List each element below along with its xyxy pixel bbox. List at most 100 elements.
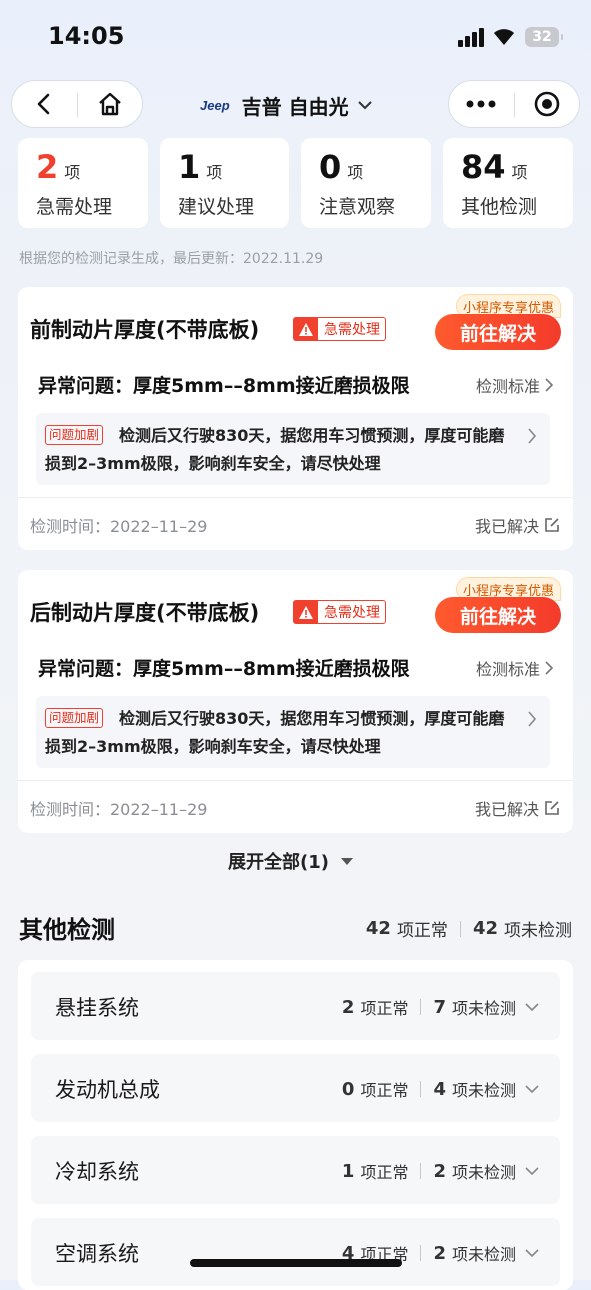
expand-label: 展开全部(1) [228,852,329,873]
urgent-badge: 急需处理 [293,317,386,341]
chevron-down-icon [525,1167,539,1176]
category-name: 发动机总成 [55,1078,160,1102]
standard-link[interactable]: 检测标准 [476,373,555,397]
other-detection-card: 悬挂系统 2 项正常 7 项未检测 发动机总成 0 项正常 4 项未检测 冷却系… [18,960,573,1290]
summary-observe[interactable]: 0项 注意观察 [301,138,431,228]
vehicle-selector[interactable]: Jeep 吉普 自由光 [200,90,375,120]
detail-text: 检测后又行驶830天，据您用车习惯预测，厚度可能磨损到2–3mm极限，影响刹车安… [45,426,505,473]
category-row[interactable]: 冷却系统 1 项正常 2 项未检测 [31,1136,560,1204]
summary-label: 急需处理 [36,196,113,218]
summary-count: 2 [36,148,59,186]
divider [18,780,573,781]
normal-label: 项正常 [396,921,448,941]
status-time: 14:05 [48,22,125,50]
detail-box[interactable]: 问题加剧 检测后又行驶830天，据您用车习惯预测，厚度可能磨损到2–3mm极限，… [36,413,550,485]
summary-count: 0 [319,148,342,186]
back-icon [37,93,50,115]
chevron-down-icon [525,1249,539,1258]
normal-count: 1 [341,1160,355,1182]
untested-label: 项未检测 [504,921,572,941]
standard-link[interactable]: 检测标准 [476,656,555,680]
home-icon [99,92,121,116]
category-row[interactable]: 悬挂系统 2 项正常 7 项未检测 [31,972,560,1040]
normal-label: 项正常 [360,1081,409,1100]
divider [18,497,573,498]
close-miniprogram-button[interactable] [515,81,579,127]
standard-label: 检测标准 [475,377,540,396]
summary-unit: 项 [64,163,81,182]
battery-icon: 32 [525,27,563,47]
untested-label: 项未检测 [451,1081,516,1100]
issue-text: 异常问题：厚度5mm––8mm接近磨损极限 [38,658,410,680]
untested-count: 4 [433,1078,446,1100]
target-icon [534,91,560,117]
resolved-button[interactable]: 我已解决 [475,796,561,820]
untested-count: 2 [433,1160,446,1182]
category-name: 悬挂系统 [55,996,139,1020]
solve-button[interactable]: 前往解决 [435,314,561,350]
resolved-label: 我已解决 [474,517,539,536]
home-indicator[interactable] [190,1259,402,1267]
standard-label: 检测标准 [475,660,540,679]
summary-count: 1 [178,148,201,186]
more-button[interactable] [449,81,513,127]
chevron-right-icon [528,711,537,727]
other-stats: 42 项正常 42 项未检测 [366,916,572,941]
summary-unit: 项 [347,163,364,182]
normal-count: 42 [365,918,391,939]
section-title: 其他检测 [19,916,115,944]
category-stats: 0 项正常 4 项未检测 [342,1077,540,1101]
chevron-right-icon [545,378,554,392]
detail-text: 检测后又行驶830天，据您用车习惯预测，厚度可能磨损到2–3mm极限，影响刹车安… [45,709,505,756]
summary-other[interactable]: 84 项 其他检测 [443,138,573,228]
badge-label: 急需处理 [324,605,380,621]
category-row[interactable]: 发动机总成 0 项正常 4 项未检测 [31,1054,560,1122]
back-button[interactable] [12,81,76,127]
category-row[interactable]: 空调系统 4 项正常 2 项未检测 [31,1218,560,1286]
untested-count: 42 [472,918,498,939]
resolved-button[interactable]: 我已解决 [475,513,561,537]
category-name: 冷却系统 [55,1160,139,1184]
resolved-label: 我已解决 [474,800,539,819]
normal-count: 0 [341,1078,355,1100]
untested-label: 项未检测 [451,1245,516,1264]
nav-right-capsule [448,80,580,128]
category-stats: 1 项正常 2 项未检测 [342,1159,540,1183]
nav-title: 吉普 自由光 [241,94,349,119]
battery-level: 32 [532,29,552,45]
urgent-badge: 急需处理 [293,600,386,624]
caret-down-icon [340,858,353,865]
detect-date: 检测时间：2022–11–29 [30,800,208,819]
nav-left-capsule [11,80,143,128]
normal-label: 项正常 [360,999,409,1018]
untested-label: 项未检测 [451,999,516,1018]
summary-unit: 项 [511,163,528,182]
summary-unit: 项 [206,163,223,182]
home-button[interactable] [78,81,142,127]
summary-urgent[interactable]: 2项 急需处理 [18,138,148,228]
detect-date: 检测时间：2022–11–29 [30,517,208,536]
summary-suggested[interactable]: 1项 建议处理 [160,138,289,228]
detail-box[interactable]: 问题加剧 检测后又行驶830天，据您用车习惯预测，厚度可能磨损到2–3mm极限，… [36,696,550,768]
chevron-right-icon [545,661,554,675]
chevron-down-icon [357,101,372,110]
status-bar: 14:05 32 [0,0,591,76]
issue-card: 小程序专享优惠 前往解决 前制动片厚度(不带底板) 急需处理 异常问题：厚度5m… [18,287,573,550]
warning-icon [299,322,313,336]
edit-icon [545,801,559,815]
chevron-down-icon [525,1003,539,1012]
summary-label: 建议处理 [178,196,255,218]
issue-card: 小程序专享优惠 前往解决 后制动片厚度(不带底板) 急需处理 异常问题：厚度5m… [18,570,573,833]
expand-all-button[interactable]: 展开全部(1) [228,848,355,874]
category-name: 空调系统 [55,1242,139,1266]
edit-icon [545,518,559,532]
category-stats: 2 项正常 7 项未检测 [342,995,540,1019]
normal-label: 项正常 [360,1163,409,1182]
signal-icon [458,28,486,47]
solve-button[interactable]: 前往解决 [435,597,561,633]
chevron-right-icon [528,428,537,444]
warning-icon [299,605,313,619]
untested-label: 项未检测 [451,1163,516,1182]
issue-text: 异常问题：厚度5mm––8mm接近磨损极限 [38,375,410,397]
more-icon [466,100,496,108]
